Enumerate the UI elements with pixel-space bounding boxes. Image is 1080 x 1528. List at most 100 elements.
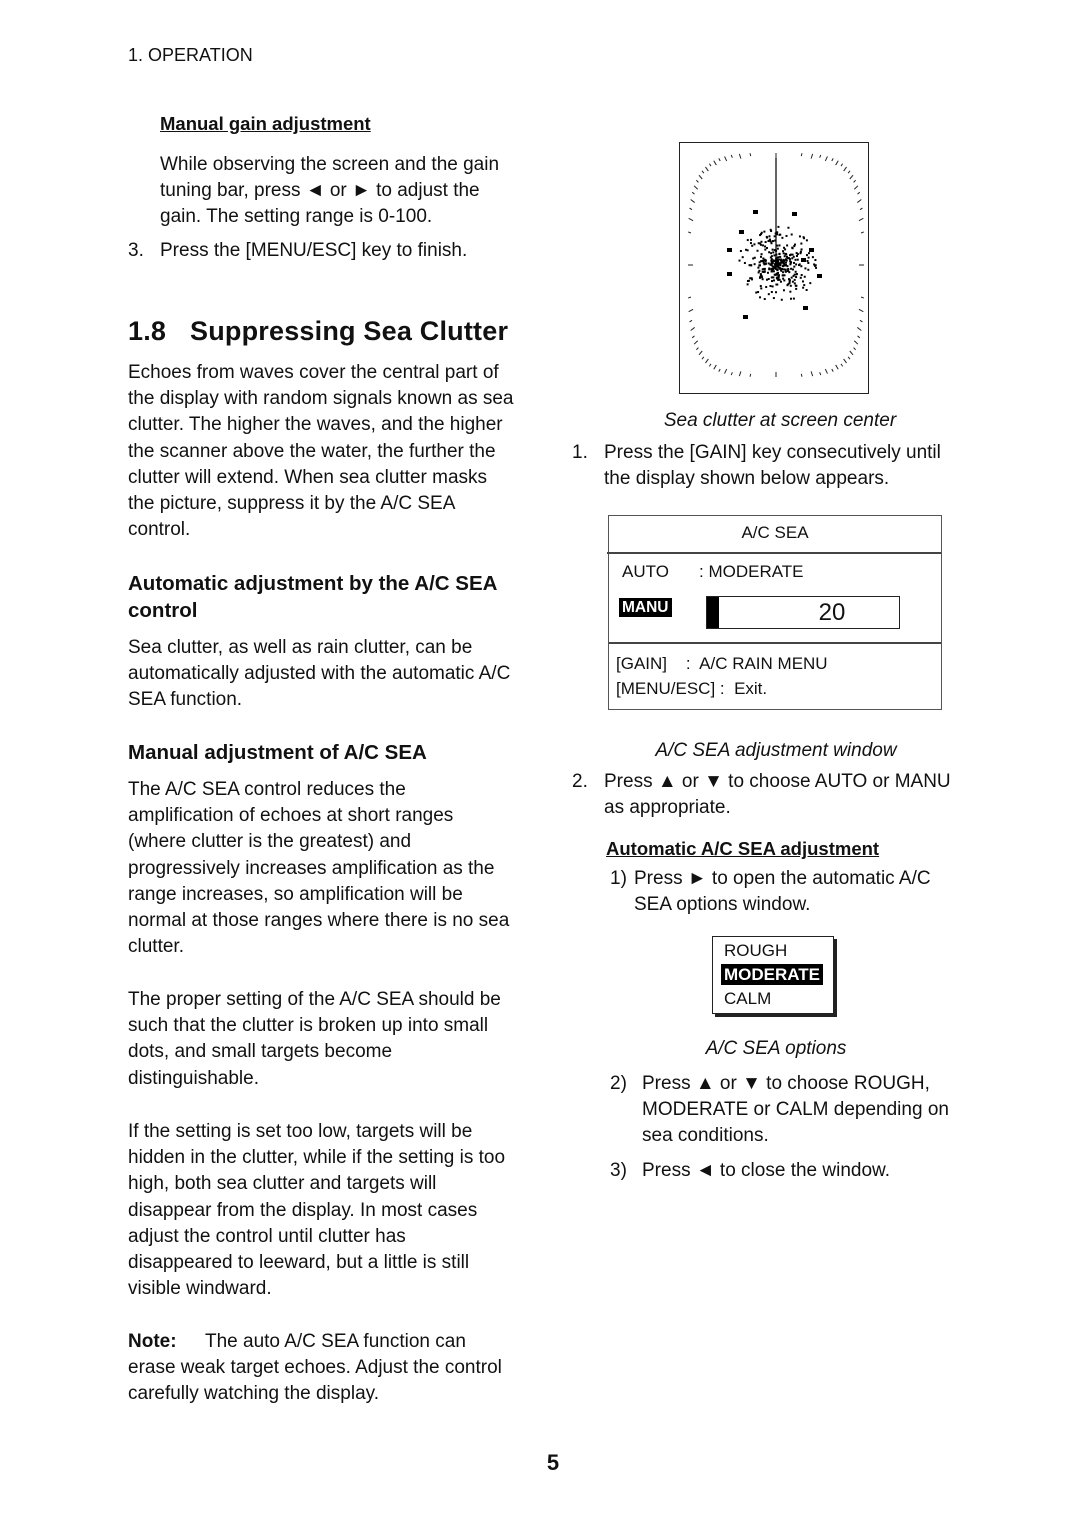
clutter-dot — [804, 267, 807, 270]
text-line: Echoes from waves cover the central part… — [128, 362, 499, 383]
text-line: gain. The setting range is 0-100. — [160, 206, 433, 228]
bearing-tick — [857, 327, 862, 331]
clutter-dot — [767, 293, 770, 296]
clutter-dot — [793, 278, 796, 281]
clutter-dot — [795, 287, 798, 290]
clutter-dot — [786, 244, 789, 247]
option-rough[interactable]: ROUGH — [724, 940, 787, 961]
bearing-tick — [847, 170, 851, 174]
text-line: the scanner above the water, the further… — [128, 440, 496, 462]
divider — [609, 642, 941, 644]
clutter-dot — [790, 233, 793, 236]
clutter-dot — [773, 266, 776, 269]
clutter-dot — [782, 268, 785, 271]
clutter-dot — [738, 259, 741, 262]
bearing-tick — [693, 340, 699, 345]
text-line: hidden in the clutter, while if the sett… — [128, 1147, 506, 1169]
bearing-tick — [819, 154, 822, 158]
bearing-tick — [853, 185, 859, 190]
step-number: 3. — [128, 240, 144, 261]
clutter-dot — [800, 265, 803, 268]
bearing-tick — [857, 335, 861, 339]
clutter-dot — [777, 225, 780, 228]
clutter-dot — [803, 237, 806, 240]
clutter-dot — [793, 245, 796, 248]
options-caption: A/C SEA options — [705, 1038, 847, 1059]
radar-display-illustration — [687, 153, 865, 377]
clutter-dot — [768, 235, 771, 238]
clutter-dot — [799, 276, 802, 279]
bearing-tick — [698, 174, 703, 180]
bearing-tick — [847, 356, 851, 360]
option-moderate-selected[interactable]: MODERATE — [721, 964, 824, 985]
clutter-dot — [780, 260, 783, 263]
clutter-dot — [770, 262, 773, 265]
step-number: 2. — [572, 771, 588, 792]
clutter-dot — [761, 244, 764, 247]
bearing-tick — [824, 156, 828, 162]
bearing-tick — [831, 368, 834, 372]
text-line: clutter will extend. When sea clutter ma… — [128, 466, 488, 488]
text-line: MODERATE or CALM depending on — [642, 1099, 949, 1121]
bearing-tick — [713, 160, 717, 166]
clutter-dot — [798, 235, 801, 238]
clutter-dot — [766, 271, 769, 274]
target-echo — [743, 315, 748, 319]
clutter-dot — [779, 280, 782, 283]
clutter-dot — [782, 264, 785, 267]
text-line: control. — [128, 519, 191, 541]
step-2: 2. Press ▲ or ▼ to choose AUTO or MANU a… — [572, 769, 951, 821]
text-line: Press ▲ or ▼ to choose ROUGH, — [642, 1073, 930, 1094]
bearing-tick — [858, 308, 864, 313]
text-line: disappeared to leeward, but a little is … — [128, 1252, 470, 1274]
auto-acsea-heading: Automatic A/C SEA adjustment — [606, 838, 880, 859]
step-text: Press ▲ or ▼ to choose ROUGH, MODERATE o… — [642, 1071, 949, 1150]
manual-gain-heading: Manual gain adjustment — [160, 113, 371, 134]
clutter-dot — [784, 270, 787, 273]
clutter-dot — [791, 280, 794, 283]
target-echo — [753, 210, 758, 214]
bearing-tick — [800, 373, 803, 377]
acsea-options-window: ROUGH MODERATE CALM — [712, 936, 834, 1014]
section-title: Suppressing Sea Clutter — [190, 316, 509, 346]
clutter-dot — [795, 254, 798, 257]
manu-level-bar[interactable]: 20 — [706, 596, 900, 629]
option-calm[interactable]: CALM — [724, 988, 771, 1009]
step-number: 1) — [610, 868, 627, 889]
text-line: visible windward. — [128, 1278, 272, 1300]
clutter-dot — [787, 268, 790, 271]
bearing-tick — [705, 358, 709, 364]
clutter-dot — [785, 258, 788, 261]
clutter-dot — [746, 239, 749, 242]
clutter-dot — [758, 261, 761, 264]
auto-adjust-heading: Automatic adjustment by the A/C SEA cont… — [128, 570, 548, 624]
bearing-tick — [695, 179, 699, 183]
text-line: sea conditions. — [642, 1125, 769, 1147]
clutter-dot — [756, 249, 759, 252]
clutter-dot — [770, 280, 773, 283]
target-echo — [801, 258, 806, 262]
clutter-dot — [778, 252, 781, 255]
clutter-dot — [776, 244, 779, 247]
auto-option[interactable]: AUTO — [622, 562, 669, 582]
manu-option-selected[interactable]: MANU — [619, 598, 672, 617]
step-text: Press ► to open the automatic A/C SEA op… — [634, 866, 931, 918]
text-line: adjust the control until clutter has — [128, 1225, 406, 1247]
clutter-dot — [788, 257, 791, 260]
clutter-dot — [747, 279, 750, 282]
clutter-dot — [772, 297, 775, 300]
bearing-tick — [708, 363, 712, 367]
bearing-tick — [800, 153, 803, 157]
bearing-tick — [724, 156, 728, 162]
text-line: automatically adjusted with the automati… — [128, 663, 511, 685]
clutter-dot — [776, 247, 779, 250]
clutter-dot — [770, 267, 773, 270]
clutter-dot — [795, 263, 798, 266]
clutter-dot — [802, 286, 805, 289]
clutter-dot — [776, 268, 779, 271]
clutter-dot — [771, 285, 774, 288]
clutter-dot — [807, 252, 810, 255]
text-line: Press the [GAIN] key consecutively until — [604, 442, 941, 463]
text-line: The A/C SEA control reduces the — [128, 779, 406, 800]
bearing-tick — [691, 191, 695, 195]
